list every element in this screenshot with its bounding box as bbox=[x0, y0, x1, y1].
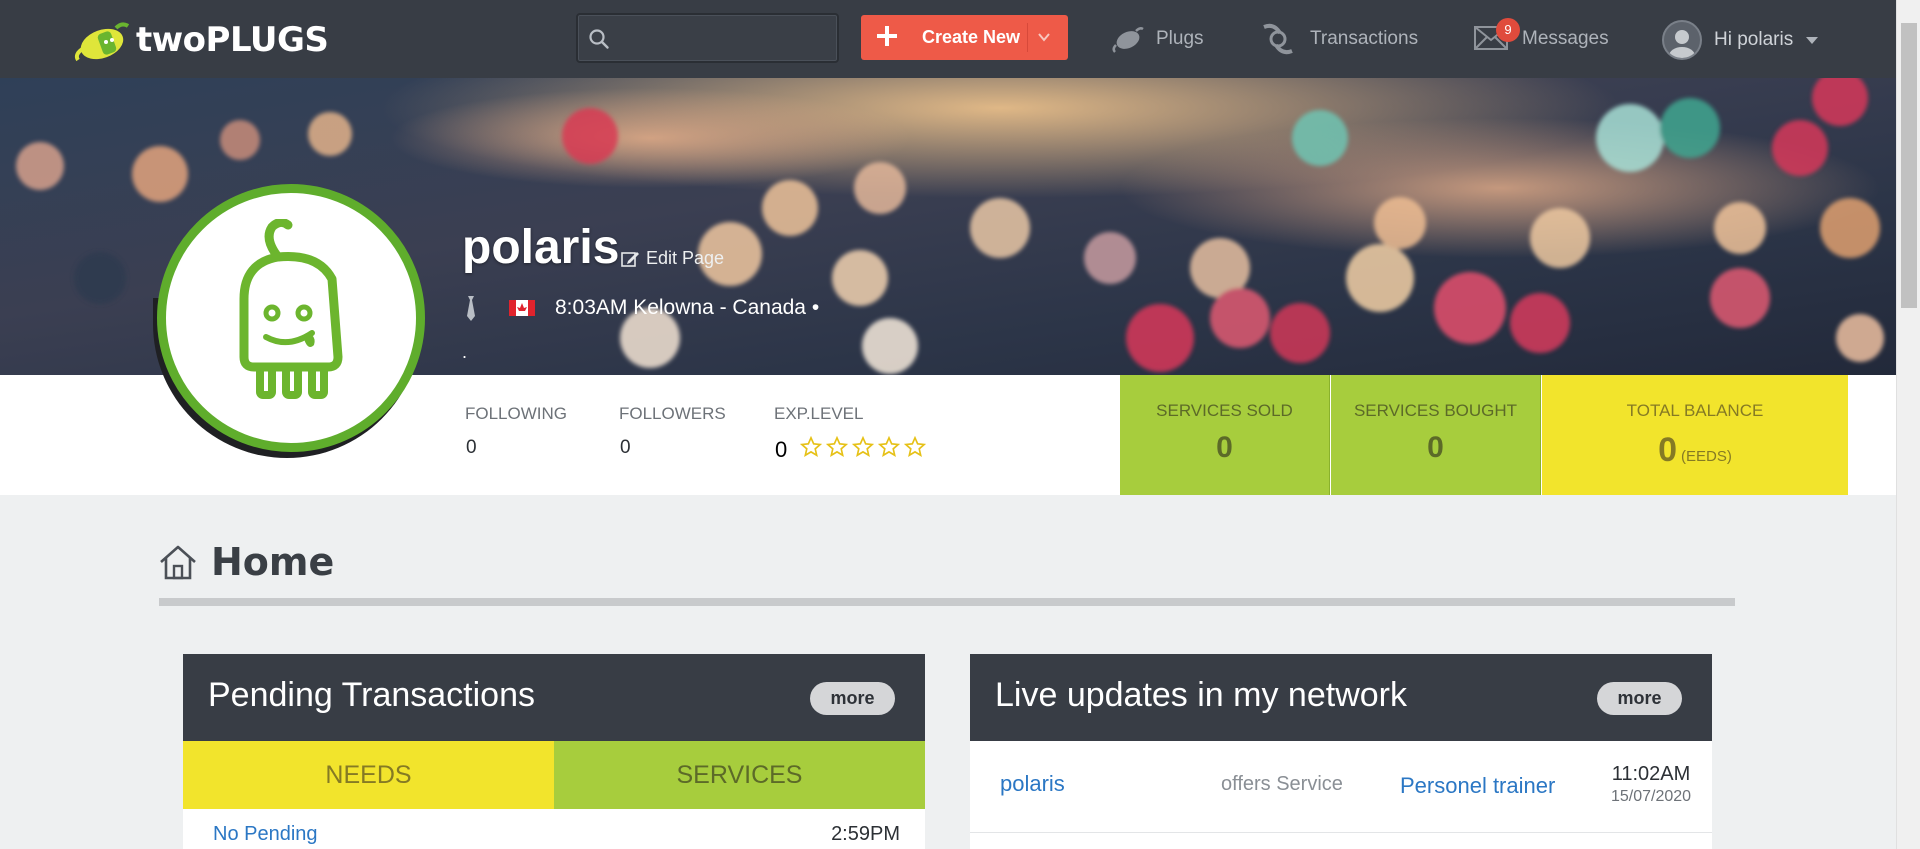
update-service-link[interactable]: Personel trainer bbox=[1400, 773, 1555, 799]
total-balance-unit: (EEDS) bbox=[1681, 448, 1732, 465]
exp-value: 0 bbox=[775, 437, 788, 462]
user-avatar-icon bbox=[1669, 30, 1695, 58]
pending-transactions-header: Pending Transactions more bbox=[183, 654, 925, 741]
twoplugs-logo[interactable]: twoPLUGS bbox=[70, 16, 329, 64]
total-balance-amount: 0 (EEDS) bbox=[1542, 431, 1848, 470]
create-new-button[interactable]: Create New bbox=[861, 15, 1068, 60]
star-icon bbox=[852, 436, 874, 457]
plug-logo-icon bbox=[74, 22, 130, 62]
pending-more-button[interactable]: more bbox=[810, 682, 895, 715]
exp-stars bbox=[800, 436, 926, 458]
create-separator bbox=[1027, 23, 1028, 52]
edit-icon bbox=[621, 251, 639, 267]
total-balance-value: 0 bbox=[1658, 431, 1678, 469]
plus-icon bbox=[877, 26, 897, 46]
total-balance-label: TOTAL BALANCE bbox=[1626, 401, 1764, 420]
update-date: 15/07/2020 bbox=[1610, 788, 1692, 805]
followers-stat[interactable]: FOLLOWERS 0 bbox=[619, 404, 726, 458]
nav-plugs-link[interactable]: Plugs bbox=[1112, 22, 1204, 56]
tie-icon bbox=[467, 296, 475, 321]
services-bought-value: 0 bbox=[1427, 431, 1444, 464]
following-value: 0 bbox=[466, 437, 477, 458]
user-greeting: Hi polaris bbox=[1714, 29, 1794, 50]
edit-page-link[interactable]: Edit Page bbox=[620, 248, 724, 269]
total-balance-box[interactable]: TOTAL BALANCE 0 (EEDS) bbox=[1542, 375, 1848, 495]
following-stat[interactable]: FOLLOWING 0 bbox=[465, 404, 568, 458]
services-sold-box[interactable]: SERVICES SOLD 0 bbox=[1120, 375, 1330, 495]
top-navigation-bar: twoPLUGS Create New Plugs Transactions 9… bbox=[0, 0, 1920, 78]
update-time: 11:02AM bbox=[1611, 763, 1691, 785]
edit-page-label: Edit Page bbox=[646, 248, 725, 268]
profile-location: 8:03AM Kelowna - Canada • bbox=[555, 296, 820, 319]
pending-tabs: NEEDS SERVICES bbox=[183, 741, 925, 809]
canada-flag-icon bbox=[509, 300, 535, 316]
page-scrollbar[interactable] bbox=[1896, 0, 1920, 849]
nav-messages-label: Messages bbox=[1522, 28, 1609, 49]
chevron-down-icon[interactable] bbox=[1037, 26, 1051, 48]
live-updates-title: Live updates in my network bbox=[995, 676, 1407, 714]
pending-row-time: 2:59PM bbox=[831, 823, 900, 845]
logo-text: twoPLUGS bbox=[136, 20, 329, 60]
user-avatar bbox=[1662, 20, 1702, 60]
services-bought-box[interactable]: SERVICES BOUGHT 0 bbox=[1331, 375, 1541, 495]
live-updates-header: Live updates in my network more bbox=[970, 654, 1712, 741]
updates-more-button[interactable]: more bbox=[1597, 682, 1682, 715]
profile-picture[interactable] bbox=[157, 184, 425, 452]
update-action: offers Service bbox=[1221, 773, 1343, 795]
page-title: Home bbox=[211, 540, 335, 584]
tab-needs[interactable]: NEEDS bbox=[183, 741, 554, 809]
services-bought-label: SERVICES BOUGHT bbox=[1353, 401, 1518, 420]
search-input[interactable] bbox=[618, 23, 828, 53]
star-icon bbox=[800, 436, 822, 457]
create-new-label: Create New bbox=[922, 27, 1021, 47]
nav-transactions-link[interactable]: Transactions bbox=[1258, 22, 1418, 56]
tab-services[interactable]: SERVICES bbox=[554, 741, 925, 809]
search-icon bbox=[589, 29, 609, 49]
nav-transactions-label: Transactions bbox=[1310, 28, 1419, 49]
home-icon bbox=[160, 545, 196, 580]
home-heading: Home bbox=[159, 540, 334, 584]
update-row: polaris offers Service Personel trainer … bbox=[970, 741, 1712, 833]
search-box[interactable] bbox=[576, 13, 839, 63]
profile-location-row: 8:03AM Kelowna - Canada • bbox=[463, 294, 819, 322]
experience-stat: EXP.LEVEL 0 bbox=[774, 404, 926, 462]
user-menu[interactable]: Hi polaris bbox=[1662, 19, 1819, 61]
services-sold-label: SERVICES SOLD bbox=[1156, 401, 1293, 420]
transactions-icon bbox=[1263, 23, 1293, 55]
nav-messages-link[interactable]: 9 Messages bbox=[1474, 18, 1609, 56]
live-updates-panel: Live updates in my network more polaris … bbox=[970, 654, 1712, 849]
nav-plugs-label: Plugs bbox=[1156, 28, 1204, 49]
star-icon bbox=[826, 436, 848, 457]
pending-transactions-title: Pending Transactions bbox=[208, 676, 535, 714]
star-icon bbox=[878, 436, 900, 457]
plug-mascot-icon bbox=[239, 219, 343, 399]
followers-value: 0 bbox=[620, 437, 631, 458]
update-user-link[interactable]: polaris bbox=[1000, 771, 1065, 797]
services-sold-value: 0 bbox=[1216, 431, 1233, 464]
messages-icon-wrap: 9 bbox=[1474, 18, 1520, 52]
home-divider bbox=[159, 598, 1735, 606]
scrollbar-thumb[interactable] bbox=[1901, 23, 1917, 308]
plug-icon bbox=[1112, 27, 1144, 53]
profile-extra: . bbox=[462, 342, 468, 362]
exp-label: EXP.LEVEL bbox=[774, 404, 864, 423]
followers-label: FOLLOWERS bbox=[619, 404, 726, 423]
following-label: FOLLOWING bbox=[465, 404, 568, 423]
profile-username: polaris bbox=[462, 221, 620, 274]
star-icon bbox=[904, 436, 926, 457]
chevron-down-icon bbox=[1806, 37, 1819, 44]
pending-row-link[interactable]: No Pending bbox=[213, 823, 318, 846]
pending-transactions-panel: Pending Transactions more NEEDS SERVICES… bbox=[183, 654, 925, 849]
pending-row: No Pending 2:59PM bbox=[183, 809, 925, 849]
messages-count-badge: 9 bbox=[1496, 18, 1520, 42]
